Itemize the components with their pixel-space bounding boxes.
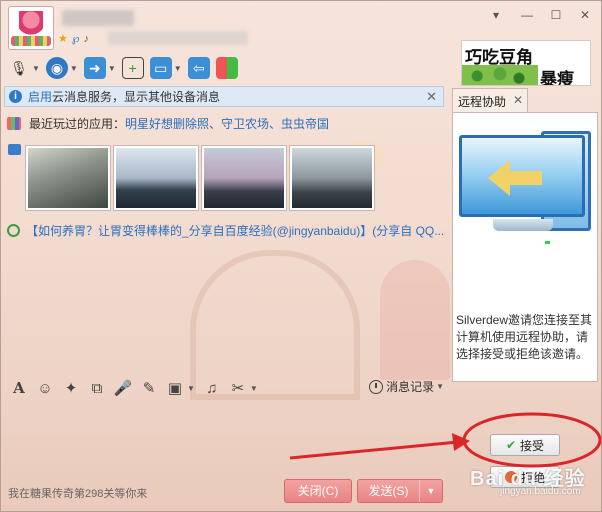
- baidu-watermark-url: jingyan.baidu.com: [500, 486, 581, 497]
- highlight-ellipse: [462, 412, 602, 468]
- pointer-arrow-line: [289, 440, 459, 460]
- annotation-overlay: [289, 412, 602, 468]
